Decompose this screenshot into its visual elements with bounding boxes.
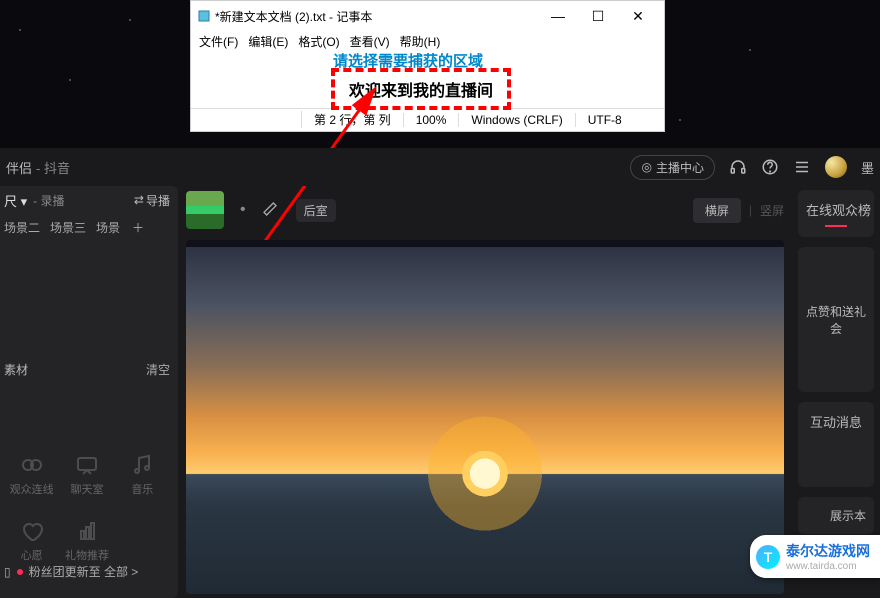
notepad-window: *新建文本文档 (2).txt - 记事本 — ☐ ✕ 文件(F) 编辑(E) … xyxy=(190,0,665,132)
notepad-titlebar[interactable]: *新建文本文档 (2).txt - 记事本 — ☐ ✕ xyxy=(191,1,664,31)
scene-thumbnail[interactable] xyxy=(186,191,224,229)
headset-icon[interactable] xyxy=(729,158,747,176)
menu-help[interactable]: 帮助(H) xyxy=(400,33,441,50)
product-name: 伴侣 xyxy=(6,158,32,177)
broadcast-center-icon: ◎ xyxy=(641,160,651,174)
gift-button[interactable]: 礼物推荐 xyxy=(59,519,114,563)
interact-title: 互动消息 xyxy=(806,412,866,431)
audience-connect-button[interactable]: 观众连线 xyxy=(4,453,59,497)
edit-icon[interactable] xyxy=(262,201,280,219)
notepad-icon xyxy=(197,9,211,23)
brand-suffix: - 抖音 xyxy=(36,158,70,177)
chatroom-button[interactable]: 聊天室 xyxy=(59,453,114,497)
avatar[interactable] xyxy=(825,156,847,178)
director-button[interactable]: ⇄ 导播 xyxy=(134,192,170,209)
menu-file[interactable]: 文件(F) xyxy=(199,33,238,50)
update-dot-icon xyxy=(17,569,23,575)
clear-button[interactable]: 清空 xyxy=(146,361,170,378)
status-pos: 第 2 行，第 列 xyxy=(301,111,403,128)
audience-list-card[interactable]: 在线观众榜 xyxy=(798,190,874,237)
status-eol: Windows (CRLF) xyxy=(458,113,574,127)
audience-list-title: 在线观众榜 xyxy=(806,200,866,219)
watermark-url: www.tairda.com xyxy=(786,561,870,572)
title-dot: • xyxy=(240,201,246,219)
scene-tab-2[interactable]: 场景二 xyxy=(4,219,40,236)
notepad-menu: 文件(F) 编辑(E) 格式(O) 查看(V) 帮助(H) xyxy=(191,31,664,52)
add-scene-button[interactable]: ＋ xyxy=(132,219,144,236)
close-button[interactable]: ✕ xyxy=(618,2,658,30)
app-topbar: 伴侣 - 抖音 ◎ 主播中心 墨 xyxy=(0,148,880,186)
watermark-name: 泰尔达游戏网 xyxy=(786,543,870,559)
scene-tab-3[interactable]: 场景三 xyxy=(50,219,86,236)
maximize-button[interactable]: ☐ xyxy=(578,2,618,30)
stream-type: - 录播 xyxy=(33,192,64,209)
mode-dropdown[interactable]: 尺 ▾ xyxy=(4,191,27,210)
left-sidebar: 尺 ▾ - 录播 ⇄ 导播 场景二 场景三 场景 ＋ 素材 清空 观众连线 聊天… xyxy=(0,186,178,598)
show-card[interactable]: 展示本 xyxy=(798,497,874,534)
wish-button[interactable]: 心愿 xyxy=(4,519,59,563)
likes-gifts-card[interactable]: 点赞和送礼会 xyxy=(798,247,874,392)
status-enc: UTF-8 xyxy=(575,113,634,127)
minimize-button[interactable]: — xyxy=(538,2,578,30)
scene-tabs: 场景二 场景三 场景 ＋ xyxy=(4,219,170,236)
music-button[interactable]: 音乐 xyxy=(115,453,170,497)
show-label: 展示本 xyxy=(830,507,866,524)
watermark-icon: T xyxy=(756,545,780,569)
help-icon[interactable] xyxy=(761,158,779,176)
active-underline xyxy=(825,225,847,227)
menu-edit[interactable]: 编辑(E) xyxy=(248,33,288,50)
scene-tab-more[interactable]: 场景 xyxy=(96,219,120,236)
sidebar-footer[interactable]: ▯ 粉丝团更新至 全部 > xyxy=(4,563,170,588)
orientation-vertical[interactable]: 竖屏 xyxy=(760,202,784,219)
capture-selection[interactable]: 欢迎来到我的直播间 xyxy=(331,68,511,110)
username: 墨 xyxy=(861,158,874,177)
menu-format[interactable]: 格式(O) xyxy=(298,33,339,50)
after-room-badge[interactable]: 后室 xyxy=(296,199,336,222)
likes-gifts-label: 点赞和送礼会 xyxy=(806,303,866,337)
footer-left-icon: ▯ xyxy=(4,565,11,579)
broadcast-center-button[interactable]: ◎ 主播中心 xyxy=(630,155,715,180)
interact-card[interactable]: 互动消息 xyxy=(798,402,874,487)
broadcast-center-label: 主播中心 xyxy=(656,159,704,176)
menu-icon[interactable] xyxy=(793,158,811,176)
menu-view[interactable]: 查看(V) xyxy=(350,33,390,50)
notepad-body[interactable]: 请选择需要捕获的区域 欢迎来到我的直播间 xyxy=(191,52,664,108)
material-section: 素材 xyxy=(4,361,28,378)
main-panel: • 后室 横屏 | 竖屏 xyxy=(178,186,792,598)
orientation-horizontal[interactable]: 横屏 xyxy=(693,198,741,223)
notepad-title: *新建文本文档 (2).txt - 记事本 xyxy=(215,8,538,25)
preview-canvas[interactable] xyxy=(186,240,784,594)
watermark-logo: T 泰尔达游戏网 www.tairda.com xyxy=(750,535,880,578)
notepad-statusbar: 第 2 行，第 列 100% Windows (CRLF) UTF-8 xyxy=(191,108,664,130)
footer-text: 粉丝团更新至 全部 > xyxy=(29,563,139,580)
status-zoom: 100% xyxy=(403,113,459,127)
